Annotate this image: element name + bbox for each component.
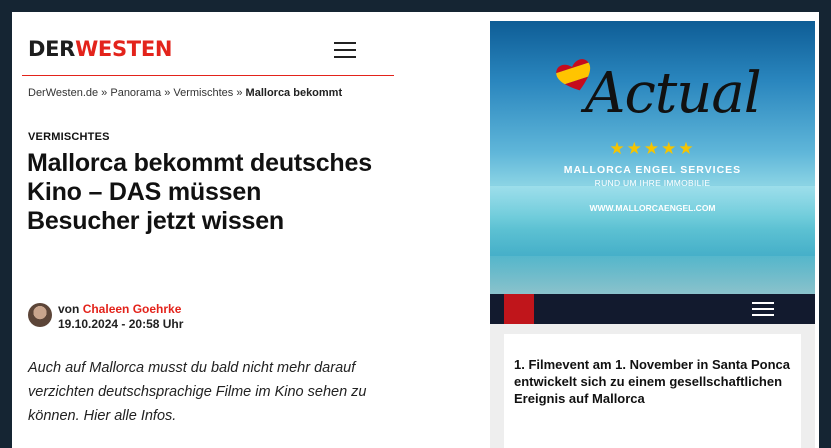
site-navbar [490,294,815,324]
header-divider [22,75,394,76]
author-link[interactable]: Chaleen Goehrke [83,302,182,316]
publish-date: 19.10.2024 - 20:58 Uhr [58,317,184,331]
article-title: Mallorca bekommt deutsches Kino – DAS mü… [27,149,372,235]
breadcrumb-vermischtes[interactable]: Vermischtes [173,87,233,99]
breadcrumb-panorama[interactable]: Panorama [110,87,161,99]
derwesten-logo[interactable]: DERWESTEN [28,37,172,61]
breadcrumb: DerWesten.de » Panorama » Vermischtes » … [28,87,343,99]
author-avatar[interactable] [28,303,52,327]
hamburger-menu-icon[interactable] [334,42,356,58]
side-article-card: 1. Filmevent am 1. November in Santa Pon… [490,324,815,448]
ad-url[interactable]: WWW.MALLORCAENGEL.COM [490,203,815,213]
category-label[interactable]: VERMISCHTES [28,131,110,143]
article-teaser: Auch auf Mallorca musst du bald nicht me… [28,360,367,424]
ad-script-title: Actual [585,61,762,126]
ad-company-name: MALLORCA ENGEL SERVICES [563,164,742,176]
breadcrumb-current: Mallorca bekommt [245,87,343,99]
hamburger-menu-icon-white[interactable] [752,302,774,317]
site-logo-block[interactable] [504,294,534,324]
ad-sand [490,256,815,294]
side-article-panel[interactable]: 1. Filmevent am 1. November in Santa Pon… [504,334,801,448]
side-article-title[interactable]: 1. Filmevent am 1. November in Santa Pon… [514,356,799,407]
ad-tagline: RUND UM IHRE IMMOBILIE [594,178,711,188]
breadcrumb-home[interactable]: DerWesten.de [28,87,98,99]
ad-banner[interactable]: Actual ★★★★★ MALLORCA ENGEL SERVICES RUN… [490,21,815,294]
byline: von Chaleen Goehrke 19.10.2024 - 20:58 U… [58,302,184,331]
rating-stars: ★★★★★ [609,139,696,159]
